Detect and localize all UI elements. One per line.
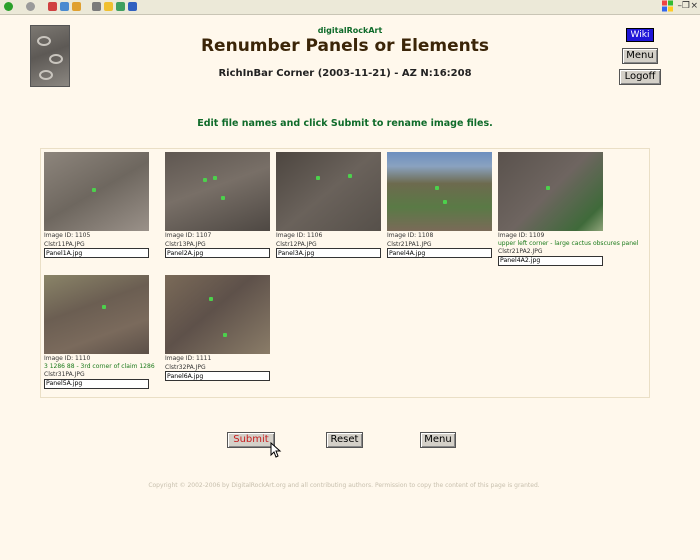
image-cell: Image ID: 1111 Clstr32PA.JPG [165,275,273,381]
marker-dot [435,186,439,190]
home-icon[interactable] [72,2,81,11]
rock-art-thumbnail[interactable] [276,152,381,231]
submit-button[interactable]: Submit [227,432,275,448]
image-cell: Image ID: 1106 Clstr12PA.JPG [276,152,384,258]
marker-dot [213,176,217,180]
marker-dot [221,196,225,200]
image-cell: Image ID: 1105 Clstr11PA.JPG [44,152,152,258]
marker-dot [443,200,447,204]
new-filename-input[interactable] [165,371,270,381]
close-icon[interactable]: × [690,1,698,11]
image-filename: Clstr11PA.JPG [44,240,85,248]
new-filename-input[interactable] [165,248,270,258]
image-cell: Image ID: 1109 upper left corner - large… [498,152,639,266]
refresh-icon[interactable] [60,2,69,11]
image-filename: Clstr31PA.JPG [44,371,85,378]
marker-dot [92,188,96,192]
image-id: Image ID: 1105 [44,232,91,239]
favorites-icon[interactable] [104,2,113,11]
site-name: digitalRockArt [317,26,383,35]
marker-dot [546,186,550,190]
forward-icon[interactable] [26,2,35,11]
new-filename-input[interactable] [44,248,149,258]
new-filename-input[interactable] [44,378,149,389]
page-title: Renumber Panels or Elements [200,36,490,56]
marker-dot [348,174,352,178]
image-grid: Image ID: 1105 Clstr11PA.JPG Image ID: 1… [40,148,650,398]
image-description: upper left corner - large cactus obscure… [498,239,639,247]
instruction-text: Edit file names and click Submit to rena… [197,118,493,129]
site-subtitle: RichInBar Corner (2003-11-21) - AZ N:16:… [218,68,472,79]
new-filename-input[interactable] [276,248,381,258]
restore-icon[interactable]: ❐ [682,1,690,11]
marker-dot [316,176,320,180]
image-id: Image ID: 1108 [387,232,434,239]
rock-art-thumbnail[interactable] [44,152,149,231]
image-filename: Clstr32PA.JPG [165,363,206,371]
mail-icon[interactable] [128,2,137,11]
marker-dot [223,333,227,337]
image-filename: Clstr21PA2.JPG [498,248,543,255]
image-cell: Image ID: 1107 Clstr13PA.JPG [165,152,273,258]
image-cell: Image ID: 1110 3 1286 88 - 3rd corner of… [44,275,155,389]
copyright-text: Copyright © 2002-2006 by DigitalRockArt.… [148,482,540,489]
marker-dot [203,178,207,182]
rock-art-thumbnail[interactable] [165,275,270,354]
arrow-cursor-icon [270,442,282,458]
image-id: Image ID: 1109 [498,232,545,239]
image-id: Image ID: 1110 [44,355,91,362]
image-filename: Clstr12PA.JPG [276,240,317,248]
back-icon[interactable] [4,2,13,11]
image-filename: Clstr21PA1.JPG [387,240,432,248]
stop-icon[interactable] [48,2,57,11]
search-icon[interactable] [92,2,101,11]
image-description: 3 1286 88 - 3rd corner of claim 1286 [44,362,155,370]
marker-dot [209,297,213,301]
image-id: Image ID: 1107 [165,232,212,239]
rock-art-thumbnail[interactable] [498,152,603,231]
image-filename: Clstr13PA.JPG [165,240,206,248]
rock-art-thumbnail[interactable] [44,275,149,354]
marker-dot [102,305,106,309]
image-id: Image ID: 1106 [276,232,323,239]
menu-button-top[interactable]: Menu [622,48,658,64]
browser-toolbar: – ❐ × [0,0,700,15]
reset-button[interactable]: Reset [326,432,363,448]
logoff-button[interactable]: Logoff [619,69,661,85]
rock-art-thumbnail[interactable] [165,152,270,231]
wiki-button[interactable]: Wiki [626,28,654,42]
new-filename-input[interactable] [387,248,492,258]
rock-art-thumbnail[interactable] [387,152,492,231]
windows-logo-icon [662,0,673,12]
image-cell: Image ID: 1108 Clstr21PA1.JPG [387,152,495,258]
history-icon[interactable] [116,2,125,11]
new-filename-input[interactable] [498,255,603,266]
image-id: Image ID: 1111 [165,355,212,362]
menu-button-bottom[interactable]: Menu [420,432,456,448]
